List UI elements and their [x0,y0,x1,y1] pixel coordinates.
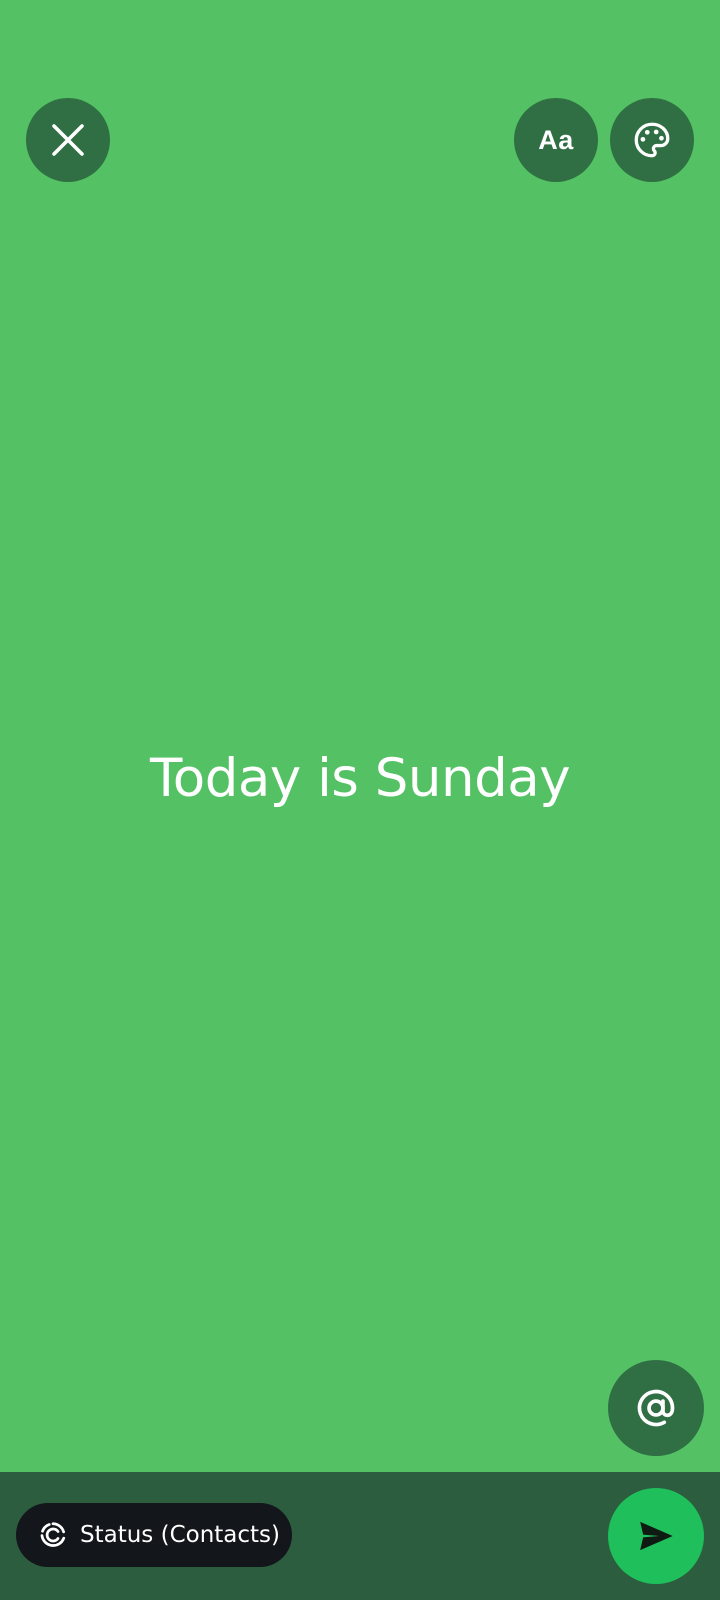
close-icon [52,124,84,156]
close-button[interactable] [26,98,110,182]
color-palette-button[interactable] [610,98,694,182]
font-style-label: Aa [538,124,574,155]
at-sign-icon [637,1389,675,1427]
send-icon [640,1521,673,1551]
bottom-bar: Status (Contacts) [0,1472,720,1600]
status-ring-icon [38,1520,68,1550]
status-text[interactable]: Today is Sunday [0,748,720,809]
status-composer-canvas[interactable]: Aa Today is Sunday [0,0,720,1472]
audience-selector-chip[interactable]: Status (Contacts) [16,1503,292,1567]
audience-label: Status (Contacts) [80,1522,281,1548]
send-button[interactable] [608,1488,704,1584]
font-style-button[interactable]: Aa [514,98,598,182]
mention-button[interactable] [608,1360,704,1456]
palette-icon [634,122,670,158]
